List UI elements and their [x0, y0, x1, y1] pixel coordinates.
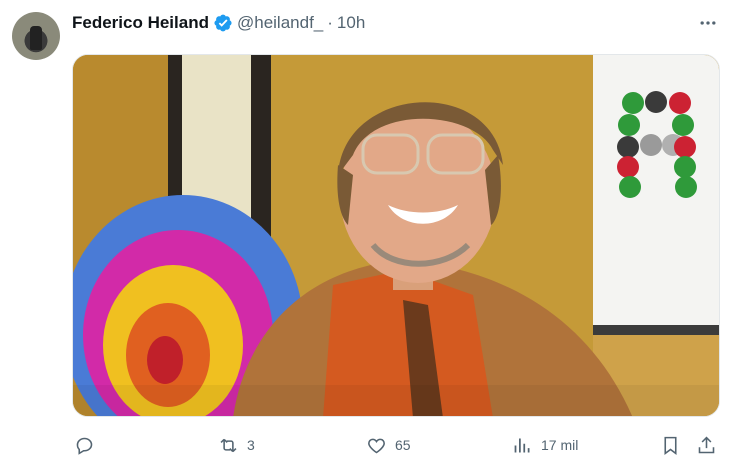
bookmark-button[interactable]: [660, 430, 681, 460]
verified-badge-icon: [214, 14, 232, 32]
views-button[interactable]: 17 mil: [512, 430, 578, 460]
author-avatar[interactable]: [12, 12, 60, 60]
views-icon: [514, 438, 530, 452]
post-actions-bar: 3 65 17 mil: [72, 430, 720, 460]
share-icon: [698, 436, 715, 453]
post-timestamp[interactable]: 10h: [337, 13, 365, 33]
more-options-icon[interactable]: [696, 12, 720, 34]
bookmark-icon: [664, 436, 677, 455]
author-handle[interactable]: @heilandf_: [237, 13, 323, 33]
reply-icon: [76, 437, 93, 455]
like-button[interactable]: 65: [366, 430, 411, 460]
author-name[interactable]: Federico Heiland: [72, 13, 209, 33]
share-button[interactable]: [696, 430, 717, 460]
repost-icon: [220, 438, 237, 452]
views-count: 17 mil: [541, 437, 579, 453]
post-header: Federico Heiland @heilandf_ · 10h: [72, 12, 365, 34]
separator-dot: ·: [327, 13, 333, 32]
post-image[interactable]: [72, 54, 720, 417]
like-icon: [368, 438, 385, 453]
reply-button[interactable]: [74, 430, 103, 460]
repost-button[interactable]: 3: [218, 430, 255, 460]
like-count: 65: [395, 437, 411, 453]
repost-count: 3: [247, 437, 255, 453]
post-photo: [73, 55, 719, 416]
